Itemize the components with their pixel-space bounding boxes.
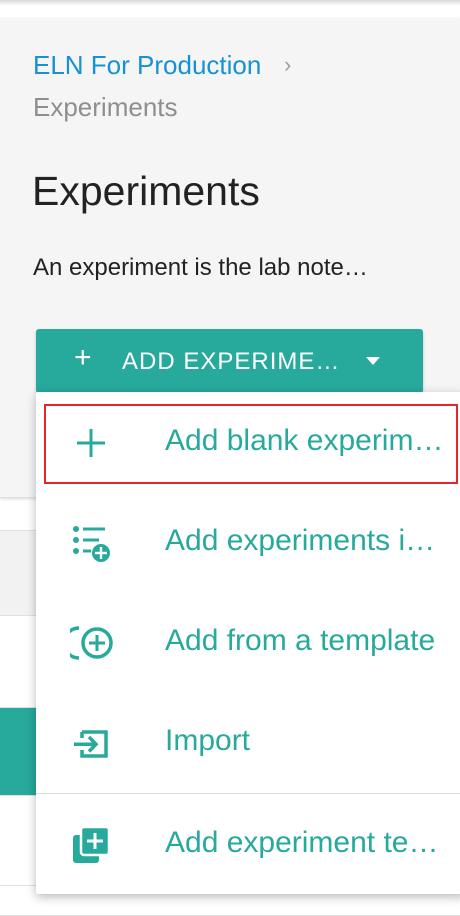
list-add-icon <box>70 522 112 564</box>
breadcrumb-link-project[interactable]: ELN For Production <box>33 50 261 81</box>
menu-item-label: Add from a template <box>165 624 436 657</box>
add-experiment-menu: Add blank experim… Add experiments i… Ad… <box>36 392 460 894</box>
menu-item-label: Import <box>165 724 251 757</box>
add-experiment-label: ADD EXPERIME… <box>122 348 341 375</box>
page-description: An experiment is the lab note… <box>33 254 368 281</box>
menu-item-add-from-template[interactable]: Add from a template <box>36 592 460 692</box>
breadcrumb-separator: › <box>284 52 292 77</box>
menu-item-label: Add blank experim… <box>165 424 444 457</box>
copy-add-icon <box>70 824 112 866</box>
add-experiment-button[interactable]: + ADD EXPERIME… <box>36 329 423 393</box>
breadcrumb-current: Experiments <box>33 92 178 122</box>
menu-item-add-experiment-template[interactable]: Add experiment te… <box>36 794 460 894</box>
caret-down-icon[interactable] <box>366 357 380 365</box>
plus-icon: + <box>74 341 92 374</box>
menu-item-import[interactable]: Import <box>36 692 460 792</box>
template-add-icon <box>62 622 113 664</box>
window-top-edge <box>0 0 460 6</box>
plus-icon <box>70 422 112 464</box>
menu-item-label: Add experiment te… <box>165 826 439 859</box>
import-icon <box>70 722 112 764</box>
menu-item-add-experiments-in-bulk[interactable]: Add experiments i… <box>36 492 460 592</box>
menu-item-add-blank-experiment[interactable]: Add blank experim… <box>36 392 460 492</box>
page-title: Experiments <box>32 168 260 214</box>
menu-item-label: Add experiments i… <box>165 524 436 557</box>
